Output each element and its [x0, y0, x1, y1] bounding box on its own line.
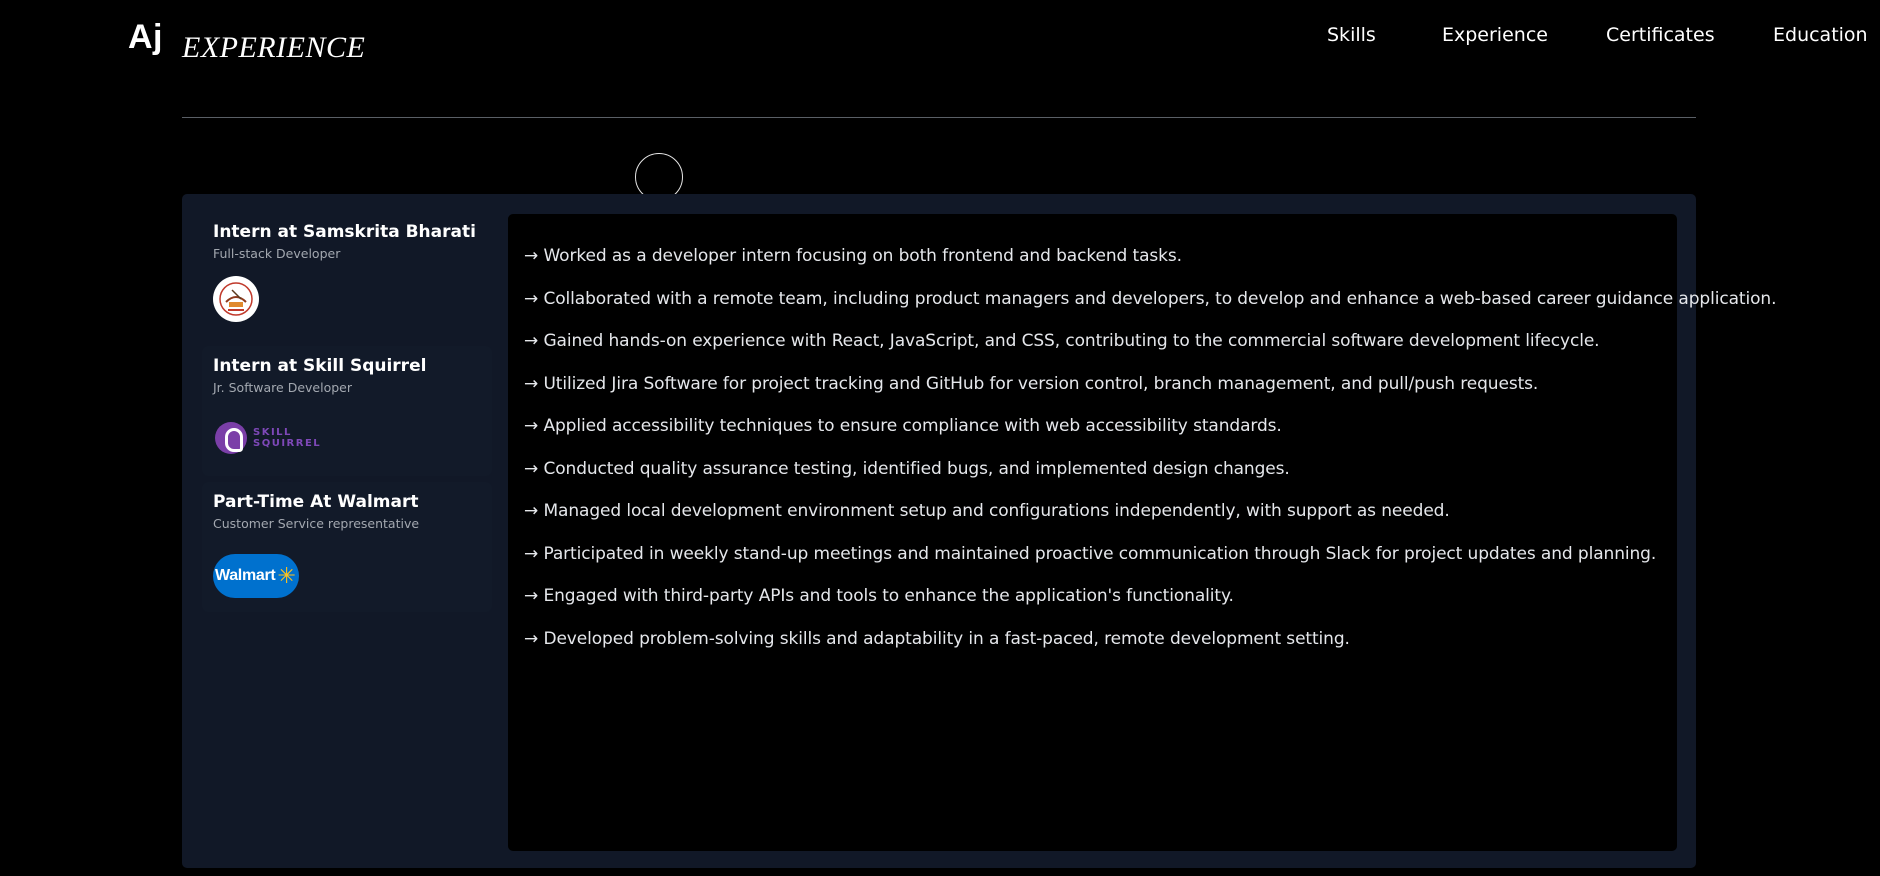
job-role: Jr. Software Developer	[213, 380, 352, 395]
detail-bullet: → Collaborated with a remote team, inclu…	[524, 288, 1777, 309]
skill-squirrel-logo: SKILL SQUIRREL	[215, 422, 321, 454]
nav-education[interactable]: Education	[1773, 24, 1868, 46]
job-card-walmart[interactable]: Part-Time At Walmart Customer Service re…	[202, 482, 492, 612]
walmart-logo: Walmart ✳	[213, 554, 299, 598]
spark-icon: ✳	[277, 563, 296, 588]
job-role: Customer Service representative	[213, 516, 420, 531]
detail-bullet: → Utilized Jira Software for project tra…	[524, 373, 1539, 394]
header-divider	[182, 117, 1696, 118]
job-title: Intern at Skill Squirrel	[213, 356, 427, 376]
walmart-wordmark: Walmart	[215, 567, 276, 584]
nav-certificates[interactable]: Certificates	[1606, 24, 1715, 46]
job-title: Intern at Samskrita Bharati	[213, 222, 476, 242]
job-title: Part-Time At Walmart	[213, 492, 419, 512]
top-nav: Skills Experience Certificates Education	[0, 24, 1880, 54]
samskrita-bharati-logo	[213, 276, 259, 322]
detail-bullet: → Managed local development environment …	[524, 501, 1450, 521]
logo-text-squirrel: SQUIRREL	[253, 438, 322, 449]
job-card-samskrita[interactable]: Intern at Samskrita Bharati Full-stack D…	[202, 222, 492, 352]
detail-bullet: → Worked as a developer intern focusing …	[524, 246, 1182, 266]
detail-bullet: → Conducted quality assurance testing, i…	[524, 458, 1290, 479]
detail-bullet: → Applied accessibility techniques to en…	[524, 416, 1282, 436]
logo-text-skill: SKILL	[253, 427, 292, 438]
job-role: Full-stack Developer	[213, 246, 341, 261]
job-card-skill-squirrel[interactable]: Intern at Skill Squirrel Jr. Software De…	[202, 346, 492, 476]
squirrel-icon	[215, 422, 247, 454]
experience-details: → Worked as a developer intern focusing …	[508, 214, 1777, 851]
detail-bullet: → Engaged with third-party APIs and tool…	[524, 586, 1234, 606]
experience-panel: Intern at Samskrita Bharati Full-stack D…	[182, 194, 1777, 868]
nav-experience[interactable]: Experience	[1442, 24, 1548, 46]
detail-bullet: → Developed problem-solving skills and a…	[524, 628, 1350, 649]
detail-bullet: → Participated in weekly stand-up meetin…	[524, 543, 1657, 564]
nav-skills[interactable]: Skills	[1327, 24, 1376, 46]
detail-bullet: → Gained hands-on experience with React,…	[524, 331, 1600, 351]
